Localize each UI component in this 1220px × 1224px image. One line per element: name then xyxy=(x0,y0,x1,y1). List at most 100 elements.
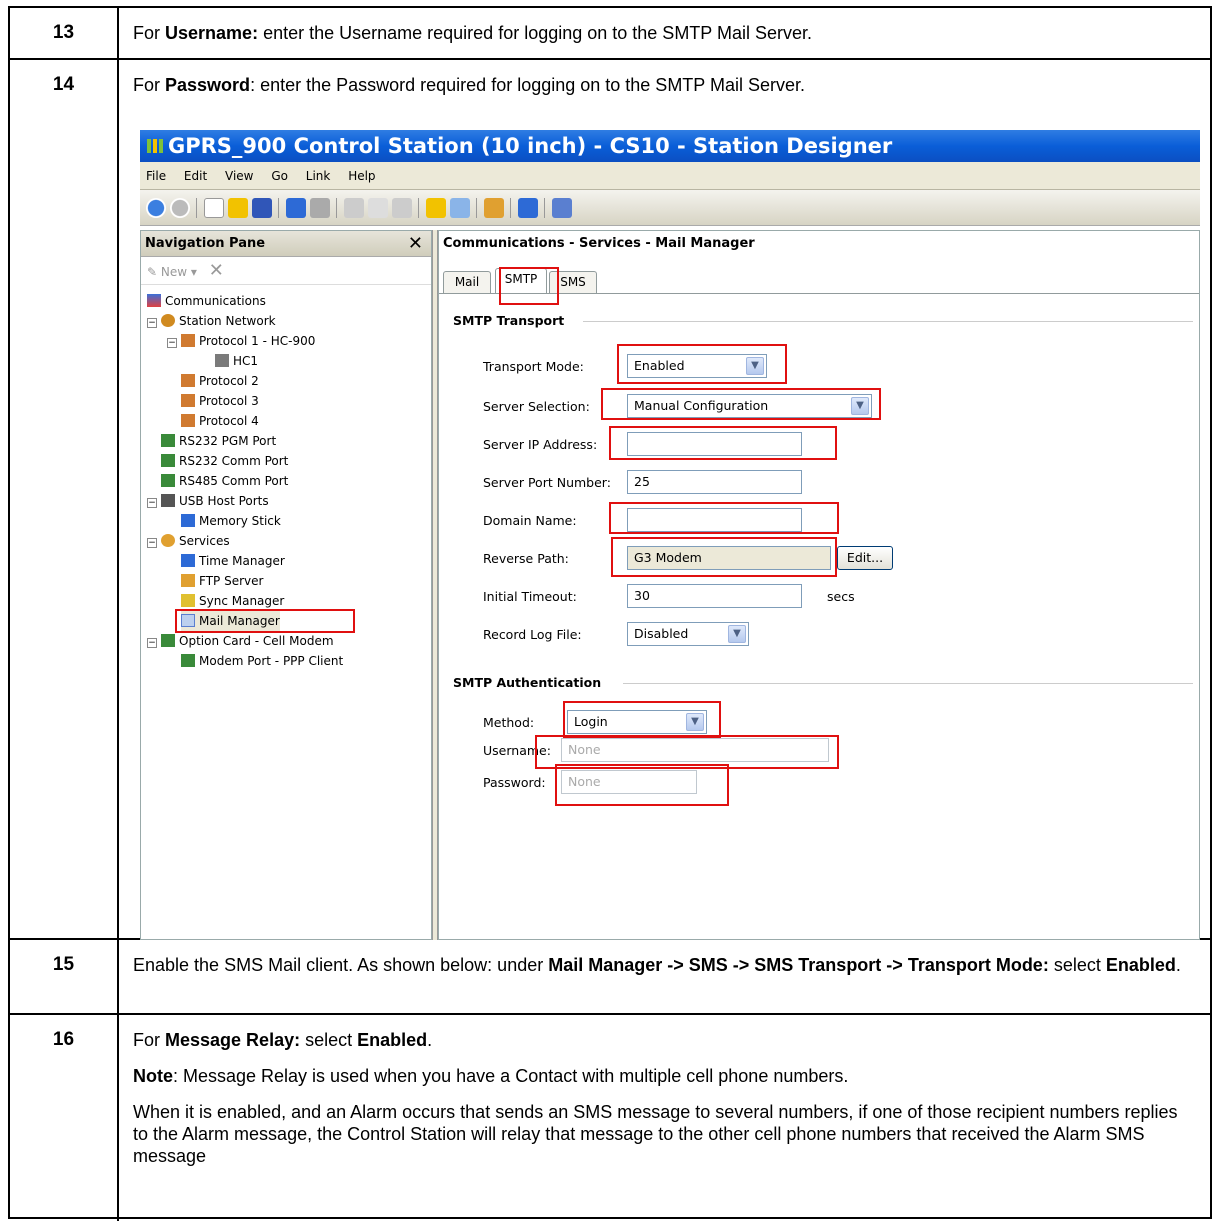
bold-run: Message Relay: xyxy=(165,1030,301,1050)
menu-go[interactable]: Go xyxy=(271,169,288,183)
paste-icon[interactable] xyxy=(392,198,412,218)
highlight-box xyxy=(601,388,881,420)
forward-icon[interactable] xyxy=(170,198,190,218)
highlight-box xyxy=(609,502,839,534)
step-row-13: 13 For Username: enter the Username requ… xyxy=(10,8,1210,58)
tree-item-label: Option Card - Cell Modem xyxy=(179,634,334,648)
server-ip-label: Server IP Address: xyxy=(483,437,598,452)
initial-timeout-input[interactable]: 30 xyxy=(627,584,802,608)
find-icon[interactable] xyxy=(450,198,470,218)
collapse-icon[interactable]: − xyxy=(147,318,157,328)
text-run: . xyxy=(427,1030,433,1050)
tree-item-label: RS232 PGM Port xyxy=(179,434,277,448)
tree-item-protocol-1[interactable]: − Protocol 1 - HC-900 xyxy=(167,331,315,351)
tree-item-time-manager[interactable]: Time Manager xyxy=(181,551,285,571)
close-icon[interactable]: ✕ xyxy=(408,231,423,257)
tree-item-ftp-server[interactable]: FTP Server xyxy=(181,571,263,591)
open-folder-icon[interactable] xyxy=(228,198,248,218)
protocol-icon xyxy=(181,374,195,387)
window-titlebar: GPRS_900 Control Station (10 inch) - CS1… xyxy=(140,130,1200,162)
group-title: SMTP Authentication xyxy=(453,675,602,690)
text-run: : Message Relay is used when you have a … xyxy=(173,1066,849,1086)
group-title: SMTP Transport xyxy=(453,313,565,328)
server-port-input[interactable]: 25 xyxy=(627,470,802,494)
tree-item-communications[interactable]: Communications xyxy=(147,291,266,311)
text-run: Enable the SMS Mail client. As shown bel… xyxy=(133,955,549,975)
tree-item-rs485-comm[interactable]: RS485 Comm Port xyxy=(161,471,288,491)
edit-button[interactable]: Edit... xyxy=(837,546,893,570)
menu-link[interactable]: Link xyxy=(306,169,331,183)
tree-item-usb-host[interactable]: − USB Host Ports xyxy=(147,491,269,511)
tree-item-option-card[interactable]: − Option Card - Cell Modem xyxy=(147,631,334,651)
nav-pane-header: Navigation Pane ✕ xyxy=(141,231,431,257)
highlight-box xyxy=(563,701,721,739)
menu-edit[interactable]: Edit xyxy=(184,169,207,183)
tree-item-sync-manager[interactable]: Sync Manager xyxy=(181,591,284,611)
record-log-select[interactable]: Disabled ▼ xyxy=(627,622,749,646)
tree-item-label: Memory Stick xyxy=(199,514,281,528)
tree-item-label: Modem Port - PPP Client xyxy=(199,654,344,668)
tree-item-label: Protocol 2 xyxy=(199,374,259,388)
ftp-icon xyxy=(181,574,195,587)
serial-port-icon xyxy=(161,454,175,467)
relay-paragraph: When it is enabled, and an Alarm occurs … xyxy=(133,1102,1178,1166)
toolbar-separator xyxy=(418,198,419,218)
highlight-box xyxy=(555,764,729,806)
nav-pane-title: Navigation Pane xyxy=(145,236,266,251)
tab-mail[interactable]: Mail xyxy=(443,271,491,293)
usb-icon xyxy=(161,494,175,507)
copy-icon[interactable] xyxy=(368,198,388,218)
content-pane: Communications - Services - Mail Manager… xyxy=(438,230,1200,940)
collapse-icon[interactable]: − xyxy=(147,538,157,548)
tree-item-label: HC1 xyxy=(233,354,259,368)
tree-item-label: Station Network xyxy=(179,314,276,328)
step-paragraph: For Message Relay: select Enabled. xyxy=(133,1029,1196,1051)
tree-item-rs232-pgm[interactable]: RS232 PGM Port xyxy=(161,431,276,451)
download-icon[interactable] xyxy=(310,198,330,218)
tree-item-services[interactable]: − Services xyxy=(147,531,230,551)
serial-port-icon xyxy=(181,654,195,667)
save-icon[interactable] xyxy=(252,198,272,218)
link-icon[interactable] xyxy=(552,198,572,218)
collapse-icon[interactable]: − xyxy=(147,638,157,648)
navigation-pane: Navigation Pane ✕ ✎ New ▾ ✕ Communicatio… xyxy=(140,230,432,940)
cut-icon[interactable] xyxy=(344,198,364,218)
tree-item-modem-port[interactable]: Modem Port - PPP Client xyxy=(181,651,343,671)
tree-item-protocol-2[interactable]: Protocol 2 xyxy=(181,371,259,391)
content-title: Communications - Services - Mail Manager xyxy=(443,236,755,251)
build-all-icon[interactable] xyxy=(426,198,446,218)
menu-help[interactable]: Help xyxy=(348,169,375,183)
text-run: select xyxy=(300,1030,358,1050)
delete-icon[interactable]: ✕ xyxy=(209,260,224,281)
connect-icon[interactable] xyxy=(484,198,504,218)
tree-item-label: RS232 Comm Port xyxy=(179,454,289,468)
serial-port-icon xyxy=(161,474,175,487)
tree-item-label: USB Host Ports xyxy=(179,494,269,508)
smtp-auth-group: SMTP Authentication xyxy=(453,675,1193,690)
server-selection-label: Server Selection: xyxy=(483,399,590,414)
tree-item-station-network[interactable]: − Station Network xyxy=(147,311,276,331)
menu-view[interactable]: View xyxy=(225,169,253,183)
tree-item-label: Protocol 1 - HC-900 xyxy=(199,334,316,348)
new-button[interactable]: ✎ New ▾ xyxy=(147,265,197,279)
upload-icon[interactable] xyxy=(286,198,306,218)
tree-item-hc1[interactable]: HC1 xyxy=(215,351,258,371)
collapse-icon[interactable]: − xyxy=(147,498,157,508)
back-icon[interactable] xyxy=(146,198,166,218)
timeout-unit-label: secs xyxy=(827,589,855,604)
domain-name-label: Domain Name: xyxy=(483,513,577,528)
new-icon[interactable] xyxy=(204,198,224,218)
tree-item-protocol-3[interactable]: Protocol 3 xyxy=(181,391,259,411)
tree-item-rs232-comm[interactable]: RS232 Comm Port xyxy=(161,451,288,471)
screen-icon[interactable] xyxy=(518,198,538,218)
tree-item-label: Sync Manager xyxy=(199,594,285,608)
smtp-transport-group: SMTP Transport xyxy=(453,313,1193,328)
text-run: enter the Username required for logging … xyxy=(258,23,813,43)
tree-item-protocol-4[interactable]: Protocol 4 xyxy=(181,411,259,431)
menu-file[interactable]: File xyxy=(146,169,166,183)
chevron-down-icon[interactable]: ▼ xyxy=(728,625,746,643)
tree-item-memory-stick[interactable]: Memory Stick xyxy=(181,511,281,531)
tree-item-label: Services xyxy=(179,534,230,548)
serial-port-icon xyxy=(161,434,175,447)
collapse-icon[interactable]: − xyxy=(167,338,177,348)
